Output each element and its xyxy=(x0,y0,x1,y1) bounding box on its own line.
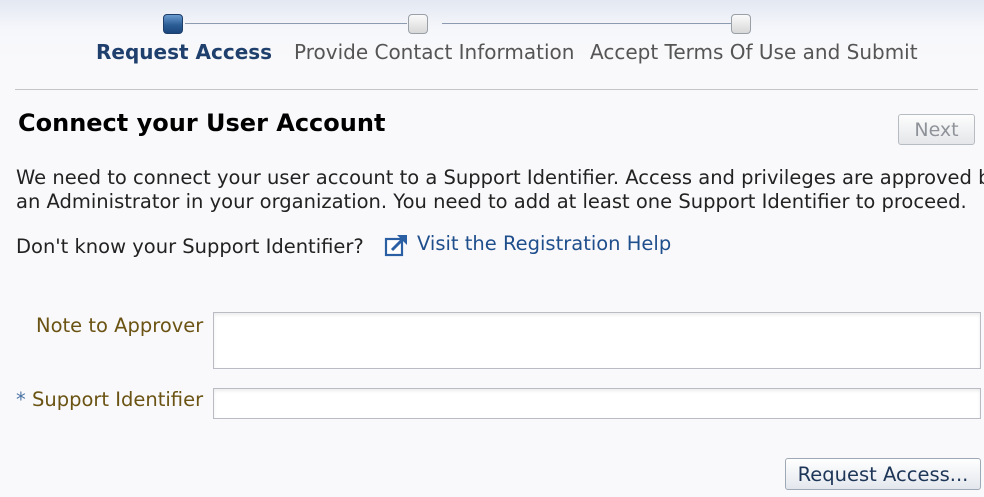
train-connector-2 xyxy=(442,23,731,24)
description-text: We need to connect your user account to … xyxy=(16,166,984,214)
registration-help-link-text[interactable]: Visit the Registration Help xyxy=(417,232,671,255)
support-identifier-label-group: * Support Identifier xyxy=(16,388,203,411)
step-3-marker[interactable] xyxy=(731,14,751,34)
note-to-approver-label: Note to Approver xyxy=(36,314,204,337)
required-marker: * xyxy=(16,388,26,411)
page-title: Connect your User Account xyxy=(18,109,386,137)
note-to-approver-field[interactable] xyxy=(213,312,981,369)
help-row: Don't know your Support Identifier? Visi… xyxy=(16,232,716,261)
step-3-label[interactable]: Accept Terms Of Use and Submit xyxy=(590,40,918,64)
step-1-label: Request Access xyxy=(96,40,273,64)
step-2-marker[interactable] xyxy=(408,14,428,34)
request-access-button[interactable]: Request Access... xyxy=(785,458,981,490)
next-button[interactable]: Next xyxy=(898,114,975,145)
wizard-train: Request Access Provide Contact Informati… xyxy=(0,0,984,80)
support-identifier-field[interactable] xyxy=(213,388,981,419)
step-2-label[interactable]: Provide Contact Information xyxy=(294,40,574,64)
step-1-marker xyxy=(163,14,183,34)
description-line-1: We need to connect your user account to … xyxy=(16,166,984,189)
header-divider xyxy=(15,89,978,90)
description-line-2: an Administrator in your organization. Y… xyxy=(16,190,967,213)
help-question: Don't know your Support Identifier? xyxy=(16,235,364,258)
external-link-icon xyxy=(384,235,407,257)
support-identifier-label: Support Identifier xyxy=(31,388,204,411)
train-connector-1 xyxy=(185,23,407,24)
